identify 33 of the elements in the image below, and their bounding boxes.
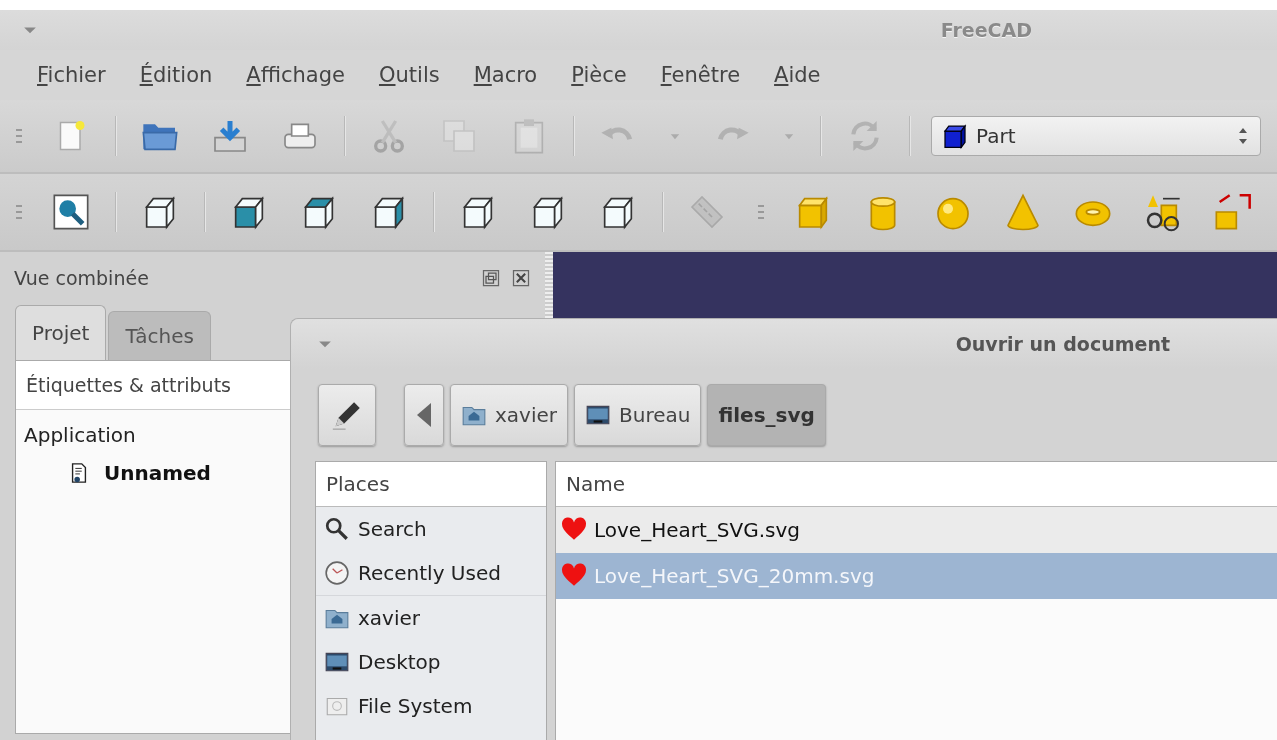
menu-item[interactable]: Aide [774, 63, 821, 87]
workbench-dropdown[interactable]: Part [931, 116, 1261, 156]
places-item[interactable]: Recently Used [316, 551, 546, 595]
column-header: Name [556, 462, 1277, 507]
menu-item[interactable]: Macro [473, 63, 538, 87]
places-item[interactable]: Search [316, 507, 546, 551]
file-row[interactable]: Love_Heart_SVG.svg [556, 507, 1277, 553]
pencil-button[interactable] [318, 384, 376, 446]
path-button[interactable]: xavier [450, 384, 568, 446]
search-icon [324, 516, 350, 542]
menu-item[interactable]: Édition [139, 63, 213, 87]
menu-item[interactable]: Fichier [37, 63, 106, 87]
tab[interactable]: Tâches [108, 311, 211, 360]
tree-item[interactable]: Application [24, 423, 136, 447]
panel-title: Vue combinée [14, 267, 149, 289]
path-button[interactable]: Bureau [574, 384, 702, 446]
menu-item[interactable]: Fenêtre [660, 63, 741, 87]
tree-item[interactable]: Unnamed [104, 461, 211, 485]
places-item[interactable]: xavier [316, 596, 546, 640]
path-button[interactable]: files_svg [707, 384, 826, 446]
restore-icon[interactable] [481, 268, 501, 288]
back-button[interactable] [404, 384, 444, 446]
menu-item[interactable]: Affichage [246, 63, 345, 87]
places-item[interactable]: File System [316, 684, 546, 728]
clock-icon [324, 560, 350, 586]
column-header: Places [316, 462, 546, 507]
dialog-title: Ouvrir un document [955, 333, 1170, 355]
places-item[interactable]: Desktop [316, 640, 546, 684]
tab[interactable]: Projet [15, 305, 107, 360]
menu-item[interactable]: Pièce [571, 63, 627, 87]
menu-item[interactable]: Outils [378, 63, 440, 87]
window-title: FreeCAD [940, 19, 1032, 41]
close-icon[interactable] [511, 268, 531, 288]
